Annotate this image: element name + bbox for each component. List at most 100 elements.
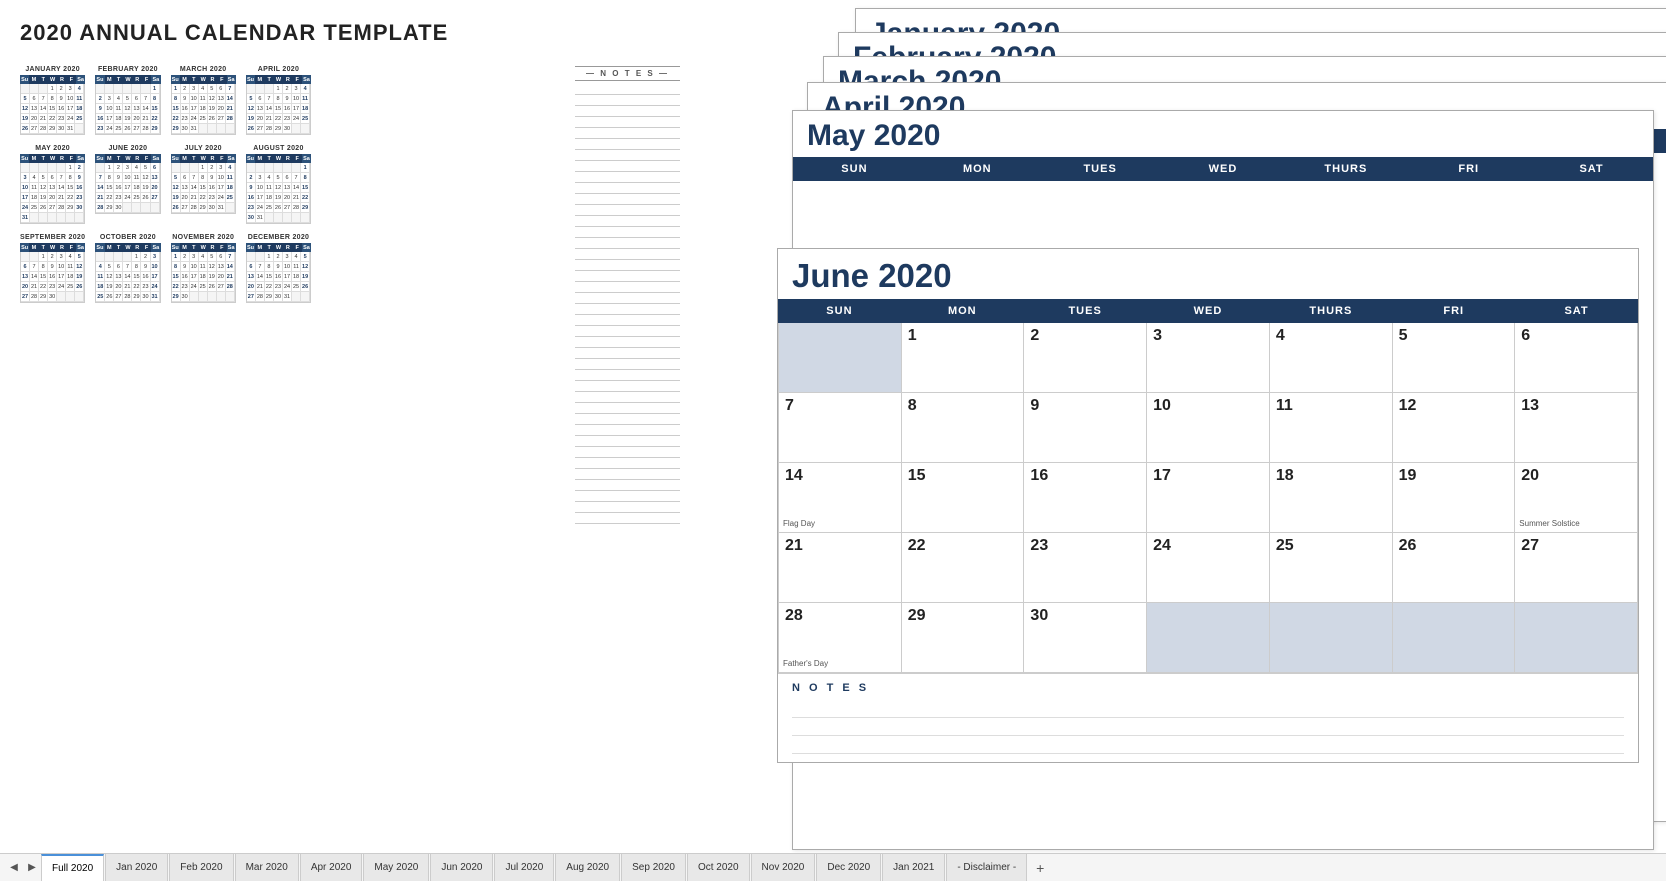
mini-cal-day: 25 [66, 282, 75, 292]
tab-nav-next[interactable]: ▶ [23, 854, 41, 881]
mini-cal-day: 9 [283, 94, 292, 104]
june-cal-cell: 2 [1024, 323, 1147, 393]
mini-cal-dow: M [105, 243, 114, 252]
note-line [575, 458, 680, 469]
mini-cal-day: 14 [265, 104, 274, 114]
spreadsheet-tab[interactable]: Jan 2020 [105, 854, 168, 881]
mini-cal-day: 30 [283, 124, 292, 134]
mini-cal-day: 28 [190, 203, 199, 213]
mini-cal-dow: F [67, 75, 76, 84]
mini-cal-day: 12 [141, 173, 150, 183]
mini-cal-day [274, 163, 283, 173]
spreadsheet-tab[interactable]: Jan 2021 [882, 854, 945, 881]
june-cal-cell: 12 [1393, 393, 1516, 463]
june-cal-day-number: 21 [785, 537, 803, 554]
mini-cal-day: 9 [96, 104, 105, 114]
mini-cal-day: 6 [217, 84, 226, 94]
mini-cal-day: 9 [114, 173, 123, 183]
mini-cal-day [96, 163, 105, 173]
stacked-cal-title: May 2020 [793, 111, 1653, 157]
mini-cal-day: 5 [123, 94, 132, 104]
mini-cal-day [39, 163, 48, 173]
june-notes-line [792, 700, 1624, 718]
mini-cal-dow: W [48, 154, 57, 163]
mini-cal-day: 11 [265, 183, 274, 193]
spreadsheet-tab[interactable]: Mar 2020 [235, 854, 299, 881]
spreadsheet-tab[interactable]: Nov 2020 [751, 854, 816, 881]
mini-cal-day: 22 [132, 282, 141, 292]
mini-cal-day: 27 [114, 292, 123, 302]
mini-cal-day: 26 [141, 193, 150, 203]
mini-cal-dow: Sa [227, 154, 236, 163]
june-cal-day-number: 23 [1030, 537, 1048, 554]
june-cal-notes-label: N O T E S [792, 682, 1624, 694]
tab-nav-prev[interactable]: ◀ [5, 854, 23, 881]
mini-cal-day: 10 [190, 262, 199, 272]
mini-cal-day: 21 [292, 193, 301, 203]
june-cal-cell: 24 [1147, 533, 1270, 603]
mini-cal-day: 8 [151, 94, 160, 104]
mini-cal-day: 8 [132, 262, 141, 272]
mini-cal-day [256, 252, 265, 262]
mini-cal-dow: M [180, 75, 189, 84]
mini-cal-dow: Sa [227, 243, 236, 252]
spreadsheet-tab[interactable]: Aug 2020 [555, 854, 620, 881]
add-sheet-button[interactable]: + [1028, 854, 1052, 881]
mini-cal-day: 10 [66, 94, 75, 104]
mini-cal-day: 30 [57, 124, 66, 134]
mini-cal-day: 28 [141, 124, 150, 134]
note-line [575, 359, 680, 370]
mini-cal-day: 11 [292, 262, 301, 272]
mini-cal-day [301, 213, 310, 223]
mini-cal-dow: R [208, 243, 217, 252]
mini-cal-day: 2 [181, 252, 190, 262]
mini-cal-day: 1 [172, 84, 181, 94]
spreadsheet-tab[interactable]: Dec 2020 [816, 854, 881, 881]
spreadsheet-tab[interactable]: Jun 2020 [430, 854, 493, 881]
mini-cal-day: 8 [48, 94, 57, 104]
june-cal-day-number: 18 [1276, 467, 1294, 484]
mini-cal-day [190, 163, 199, 173]
mini-cal-dow: R [133, 75, 142, 84]
mini-cal-day: 23 [57, 114, 66, 124]
spreadsheet-tab[interactable]: Full 2020 [41, 854, 104, 881]
spreadsheet-tab[interactable]: - Disclaimer - [946, 854, 1027, 881]
june-cal-day-number: 11 [1276, 397, 1293, 414]
mini-cal-dow: F [142, 154, 151, 163]
mini-cal-day: 17 [21, 193, 30, 203]
mini-cal-day [265, 84, 274, 94]
spreadsheet-tab[interactable]: May 2020 [363, 854, 429, 881]
spreadsheet-tab[interactable]: Sep 2020 [621, 854, 686, 881]
mini-cal-dow: F [142, 243, 151, 252]
spreadsheet-tab[interactable]: Jul 2020 [494, 854, 554, 881]
mini-cal-dow: F [217, 75, 226, 84]
spreadsheet-tab[interactable]: Oct 2020 [687, 854, 750, 881]
spreadsheet-tab[interactable]: Feb 2020 [169, 854, 233, 881]
mini-cal-day: 19 [141, 183, 150, 193]
mini-cal-dow: T [189, 243, 198, 252]
note-line [575, 513, 680, 524]
mini-cal-title-apr: APRIL 2020 [246, 66, 311, 73]
mini-cal-day: 6 [30, 94, 39, 104]
mini-cal-day: 12 [301, 262, 310, 272]
mini-cal-day: 18 [132, 183, 141, 193]
mini-cal-day: 4 [301, 84, 310, 94]
mini-cal-day: 1 [39, 252, 48, 262]
mini-cal-dow: R [57, 154, 66, 163]
mini-cal-day: 5 [105, 262, 114, 272]
mini-cal-day: 15 [39, 272, 48, 282]
june-cal-cell: 1 [902, 323, 1025, 393]
mini-cal-day: 3 [256, 173, 265, 183]
mini-cal-dow: T [264, 154, 273, 163]
mini-cal-day: 26 [123, 124, 132, 134]
june-cal-cell: 5 [1393, 323, 1516, 393]
spreadsheet-tab[interactable]: Apr 2020 [300, 854, 363, 881]
mini-cal-day: 18 [114, 114, 123, 124]
mini-cal-day: 27 [132, 124, 141, 134]
mini-cal-day: 15 [172, 272, 181, 282]
mini-cal-day: 25 [199, 282, 208, 292]
mini-cal-day: 24 [292, 114, 301, 124]
mini-cal-day: 9 [75, 173, 84, 183]
mini-cal-day: 12 [75, 262, 84, 272]
june-cal-cell: 29 [902, 603, 1025, 673]
